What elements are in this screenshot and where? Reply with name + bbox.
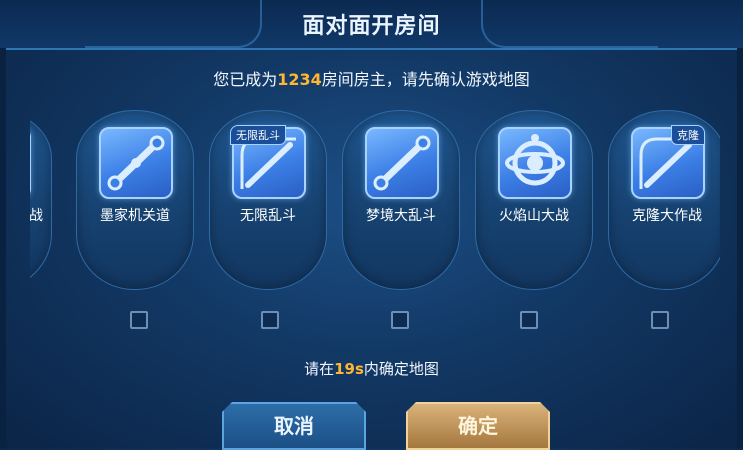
room-number: 1234 bbox=[277, 70, 322, 89]
map-select-checkbox[interactable] bbox=[130, 311, 148, 329]
page-title: 面对面开房间 bbox=[302, 14, 441, 39]
map-name: 梦境大乱斗 bbox=[366, 208, 436, 224]
map-card[interactable]: 克隆 克隆大作战 bbox=[608, 110, 720, 290]
map-tag: 克隆 bbox=[671, 125, 705, 145]
map-tag: 无限乱斗 bbox=[230, 125, 286, 145]
map-name: 无限乱斗 bbox=[240, 208, 296, 224]
map-select-checkbox[interactable] bbox=[261, 311, 279, 329]
map-select-checkbox[interactable] bbox=[391, 311, 409, 329]
host-prompt-suffix: 房间房主，请先确认游戏地图 bbox=[321, 70, 530, 89]
left-edge bbox=[0, 48, 6, 448]
countdown-suffix: 内确定地图 bbox=[363, 360, 439, 378]
map-name: 战 bbox=[30, 208, 43, 224]
host-prompt-prefix: 您已成为 bbox=[213, 70, 278, 89]
map-name: 克隆大作战 bbox=[632, 208, 702, 224]
cancel-button[interactable]: 取消 bbox=[222, 402, 366, 450]
wrench-icon bbox=[365, 127, 439, 199]
map-select-checkbox[interactable] bbox=[651, 311, 669, 329]
map-select-checkbox[interactable] bbox=[520, 311, 538, 329]
map-carousel[interactable]: 战 墨家机关道 无限乱斗 无限乱斗 梦境大乱斗 火焰山大战 克隆 克隆大作战 bbox=[30, 110, 720, 290]
map-card[interactable]: 火焰山大战 bbox=[475, 110, 593, 290]
map-name: 火焰山大战 bbox=[499, 208, 569, 224]
wrench-icon bbox=[99, 127, 173, 199]
orb-icon bbox=[498, 127, 572, 199]
map-card[interactable]: 无限乱斗 无限乱斗 bbox=[209, 110, 327, 290]
map-card[interactable]: 战 bbox=[30, 110, 52, 290]
map-card[interactable]: 梦境大乱斗 bbox=[342, 110, 460, 290]
countdown-prefix: 请在 bbox=[304, 360, 335, 378]
countdown-text: 请在19s内确定地图 bbox=[0, 358, 743, 379]
host-prompt: 您已成为1234房间房主，请先确认游戏地图 bbox=[0, 66, 743, 90]
wrench-icon bbox=[30, 127, 31, 199]
right-edge bbox=[737, 48, 743, 448]
countdown-seconds: 19s bbox=[334, 360, 364, 378]
confirm-button[interactable]: 确定 bbox=[406, 402, 550, 450]
map-card[interactable]: 墨家机关道 bbox=[76, 110, 194, 290]
map-name: 墨家机关道 bbox=[100, 208, 170, 224]
